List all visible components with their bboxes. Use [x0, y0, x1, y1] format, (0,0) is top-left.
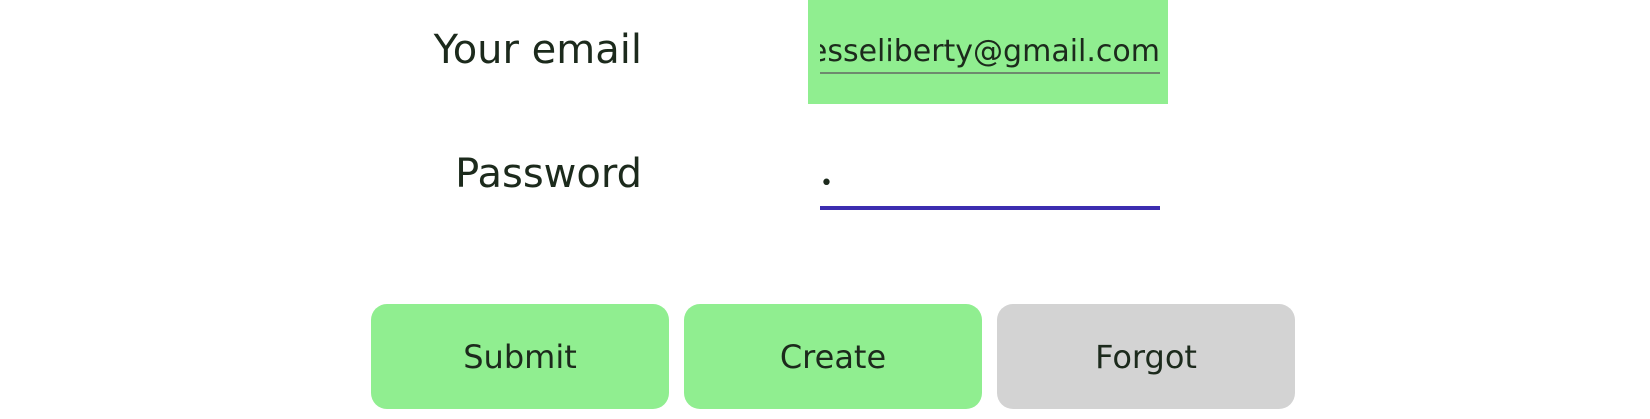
- create-button[interactable]: Create: [684, 304, 982, 409]
- forgot-button[interactable]: Forgot: [997, 304, 1295, 409]
- email-label: Your email: [433, 27, 642, 73]
- password-label: Password: [455, 151, 642, 197]
- email-field[interactable]: [820, 30, 1160, 74]
- submit-button[interactable]: Submit: [371, 304, 669, 409]
- password-field[interactable]: [820, 160, 1160, 210]
